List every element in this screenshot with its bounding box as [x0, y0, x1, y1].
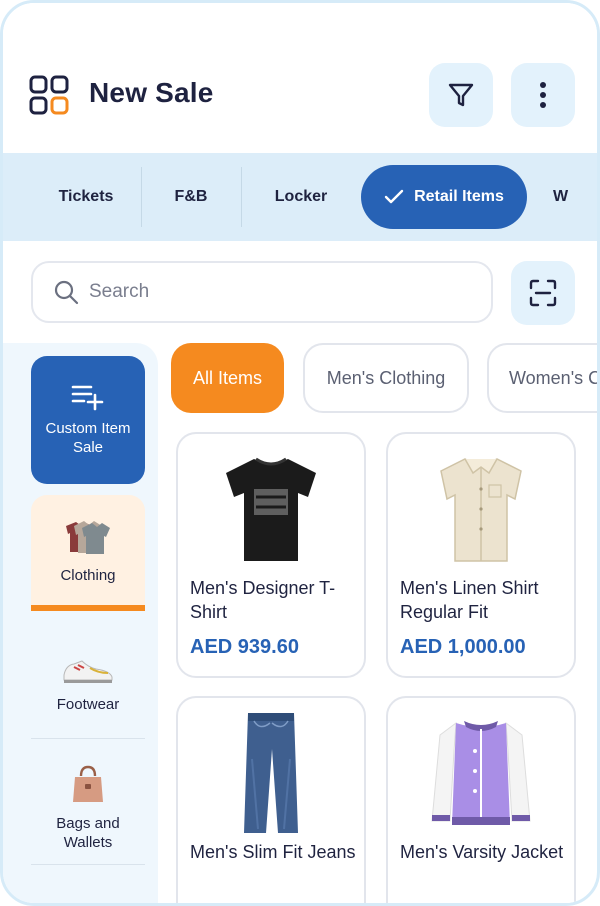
- product-card[interactable]: Men's Varsity Jacket: [386, 696, 576, 903]
- product-card[interactable]: Men's Slim Fit Jeans: [176, 696, 366, 903]
- filter-button[interactable]: [429, 63, 493, 127]
- add-list-icon: [71, 385, 104, 411]
- grid-apps-icon[interactable]: [29, 75, 69, 115]
- barcode-scan-icon: [529, 279, 557, 307]
- sidebar-item-label: Footwear: [56, 696, 120, 713]
- black-tshirt-image: [226, 457, 316, 561]
- app-screen: New Sale Tickets F&B Locker W Retail Ite…: [0, 0, 600, 906]
- product-image: [388, 708, 574, 838]
- tab-more[interactable]: W: [553, 153, 593, 241]
- chip-mens-clothing[interactable]: Men's Clothing: [303, 343, 469, 413]
- page-title: New Sale: [89, 77, 214, 108]
- linen-shirt-image: [440, 458, 522, 562]
- handbag-icon: [73, 765, 103, 802]
- sidebar-item-label: Clothing: [60, 566, 116, 584]
- tab-divider: [241, 167, 242, 227]
- more-vertical-icon: [540, 82, 546, 108]
- tab-retail-items[interactable]: Retail Items: [361, 165, 527, 229]
- product-price: AED 1,000.00: [400, 636, 526, 658]
- product-card[interactable]: Men's Designer T-Shirt AED 939.60: [176, 432, 366, 678]
- clothing-stack-icon: [66, 520, 110, 554]
- product-card[interactable]: Men's Linen Shirt Regular Fit AED 1,000.…: [386, 432, 576, 678]
- filter-funnel-icon: [448, 83, 474, 107]
- search-icon: [54, 280, 79, 305]
- varsity-jacket-image: [431, 721, 531, 825]
- chip-womens-clothing[interactable]: Women's C: [487, 343, 597, 413]
- chip-all-items[interactable]: All Items: [171, 343, 284, 413]
- product-image: [388, 444, 574, 574]
- sidebar-item-label: Bags and Wallets: [56, 814, 120, 851]
- custom-item-sale-label: Custom Item Sale: [45, 420, 131, 456]
- tab-tickets[interactable]: Tickets: [43, 153, 129, 241]
- check-icon: [384, 189, 404, 204]
- sneaker-icon: [63, 660, 113, 683]
- sidebar-item-footwear[interactable]: Footwear: [31, 631, 145, 739]
- product-image: [178, 708, 364, 838]
- product-name: Men's Slim Fit Jeans: [190, 842, 356, 862]
- sidebar-item-clothing[interactable]: Clothing: [31, 495, 145, 611]
- custom-item-sale-button[interactable]: Custom Item Sale: [31, 356, 145, 484]
- search-bar[interactable]: [31, 261, 493, 323]
- scan-button[interactable]: [511, 261, 575, 325]
- header: New Sale: [3, 3, 597, 153]
- product-image: [178, 444, 364, 574]
- tab-divider: [141, 167, 142, 227]
- tab-locker[interactable]: Locker: [251, 153, 351, 241]
- more-options-button[interactable]: [511, 63, 575, 127]
- tab-retail-items-label: Retail Items: [414, 188, 504, 205]
- tab-fnb[interactable]: F&B: [149, 153, 233, 241]
- product-name: Men's Linen Shirt Regular Fit: [400, 578, 539, 622]
- product-name: Men's Designer T-Shirt: [190, 578, 336, 622]
- blue-jeans-image: [244, 713, 298, 833]
- sidebar-item-bags-wallets[interactable]: Bags and Wallets: [31, 751, 145, 865]
- search-input[interactable]: [89, 281, 449, 303]
- product-price: AED 939.60: [190, 636, 299, 658]
- product-name: Men's Varsity Jacket: [400, 842, 564, 862]
